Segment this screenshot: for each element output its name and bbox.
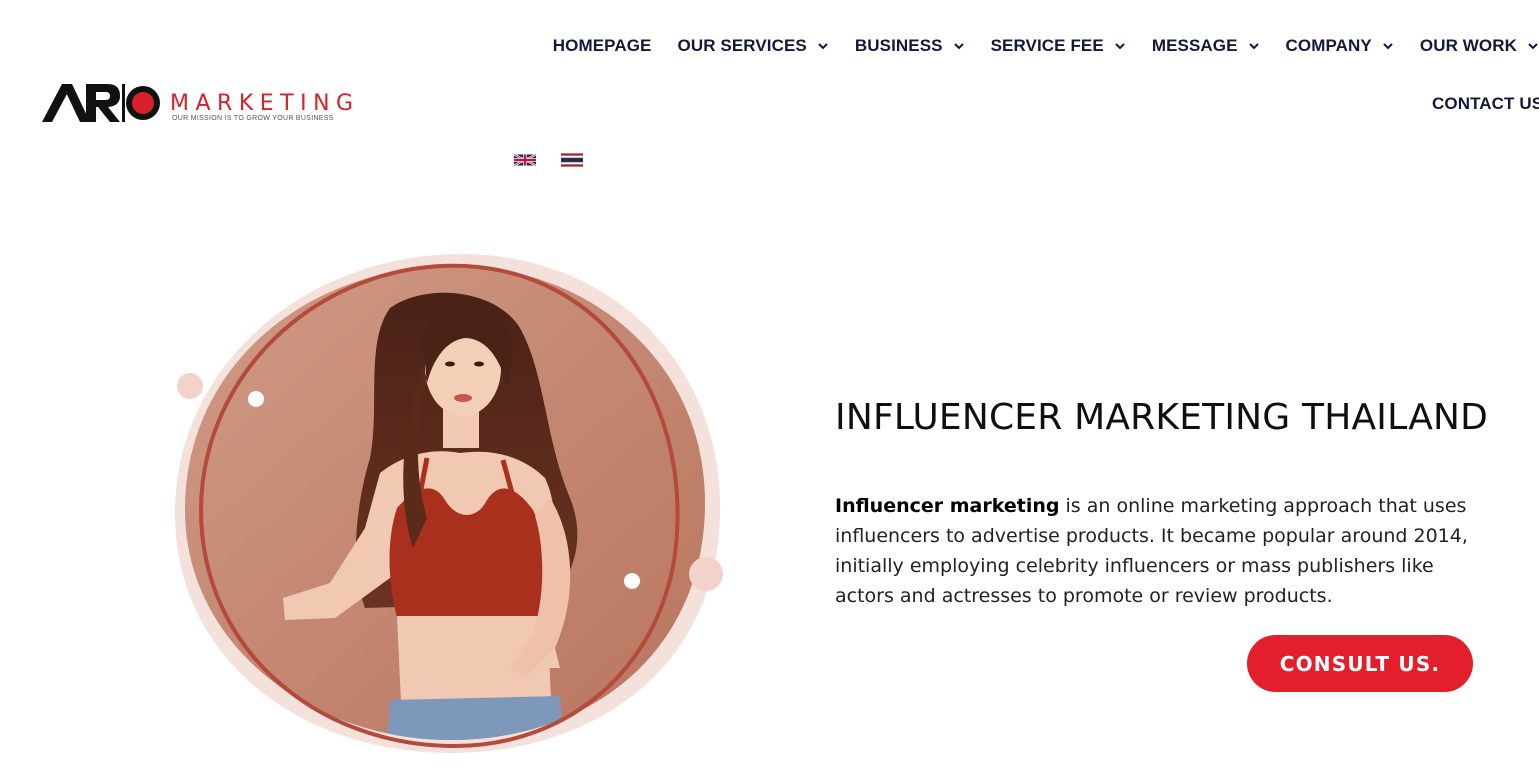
nav-label: SERVICE FEE [990, 36, 1104, 55]
chevron-down-icon [1528, 43, 1538, 50]
nav-second-row: CONTACT US [1432, 94, 1539, 114]
main-navigation: HOMEPAGE OUR SERVICES BUSINESS SERVICE F… [553, 36, 1539, 56]
logo-brand-text: MARKETING [170, 91, 360, 116]
nav-item-homepage[interactable]: HOMEPAGE [553, 36, 652, 56]
logo-tagline: OUR MISSION IS TO GROW YOUR BUSINESS [172, 115, 334, 122]
chevron-down-icon [1248, 43, 1259, 50]
chevron-down-icon [818, 43, 828, 50]
nav-label: OUR WORK [1419, 36, 1517, 55]
page-title: INFLUENCER MARKETING THAILAND [835, 397, 1489, 438]
hero-description-bold: Influencer marketing [835, 495, 1060, 517]
nav-item-service-fee[interactable]: SERVICE FEE [991, 36, 1126, 56]
nav-item-our-work[interactable]: OUR WORK [1420, 36, 1539, 56]
chevron-down-icon [1383, 43, 1393, 50]
consult-us-button[interactable]: CONSULT US. [1247, 635, 1473, 692]
nav-item-message[interactable]: MESSAGE [1152, 36, 1260, 56]
thai-flag-icon[interactable] [561, 153, 583, 167]
nav-label: HOMEPAGE [552, 36, 652, 55]
uk-flag-icon[interactable] [514, 153, 536, 167]
hero-description: Influencer marketing is an online market… [835, 491, 1495, 611]
nav-item-business[interactable]: BUSINESS [855, 36, 965, 56]
nav-item-company[interactable]: COMPANY [1286, 36, 1394, 56]
nav-label: OUR SERVICES [677, 36, 807, 55]
nav-item-our-services[interactable]: OUR SERVICES [678, 36, 829, 56]
language-switcher [514, 153, 583, 167]
nav-item-contact-us[interactable]: CONTACT US [1432, 94, 1539, 114]
nav-label: CONTACT US [1432, 94, 1539, 113]
page: MARKETING OUR MISSION IS TO GROW YOUR BU… [0, 0, 1539, 767]
nav-label: MESSAGE [1151, 36, 1238, 55]
chevron-down-icon [1115, 43, 1125, 50]
logo-mark-icon [42, 84, 160, 122]
site-logo[interactable]: MARKETING OUR MISSION IS TO GROW YOUR BU… [42, 82, 382, 126]
nav-label: BUSINESS [854, 36, 943, 55]
influencer-photo [174, 253, 723, 753]
chevron-down-icon [953, 43, 964, 50]
nav-label: COMPANY [1285, 36, 1372, 55]
